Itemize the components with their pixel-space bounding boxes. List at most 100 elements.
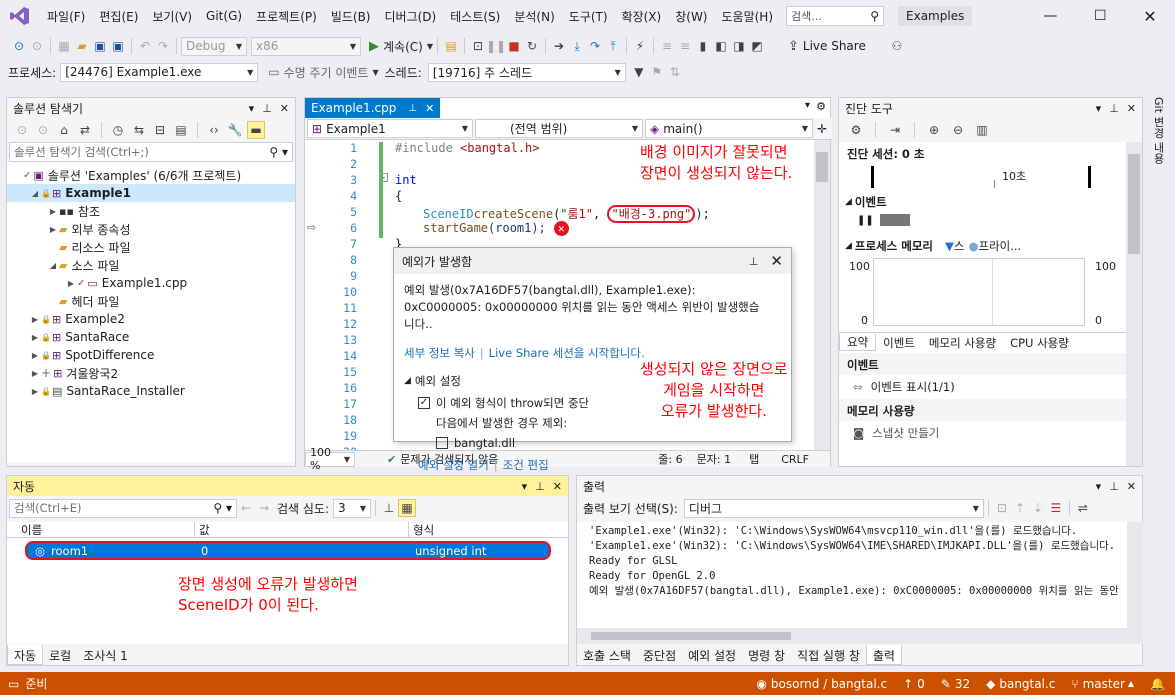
- tree-item[interactable]: ▶ ✓ ▭ Example1.cpp: [7, 274, 295, 292]
- scope-dropdown[interactable]: (전역 범위) ▼: [475, 119, 643, 138]
- dropdown-icon[interactable]: ▾: [522, 480, 528, 493]
- flag-icon[interactable]: ⚑: [648, 63, 666, 81]
- expand-arrow-icon[interactable]: ▶: [47, 225, 59, 234]
- uncomment-icon[interactable]: ≡: [676, 37, 694, 55]
- settings-icon[interactable]: ⚙: [847, 121, 865, 139]
- live-share-button[interactable]: ⇪ Live Share: [788, 39, 866, 54]
- hot-reload-icon[interactable]: ⚡: [631, 37, 649, 55]
- project-dropdown[interactable]: ⊞ Example1 ▼: [307, 119, 473, 138]
- search-box[interactable]: 검색... ⚲: [786, 6, 885, 26]
- prev-message-icon[interactable]: ⇡: [1011, 499, 1029, 517]
- menu-item-0[interactable]: 파일(F): [40, 8, 92, 25]
- expand-triangle-icon[interactable]: ◢: [404, 376, 411, 386]
- menu-item-5[interactable]: 빌드(B): [324, 8, 378, 25]
- output-tab-3[interactable]: 명령 창: [742, 645, 791, 665]
- open-exception-settings-link[interactable]: 예외 설정 열기: [418, 457, 489, 473]
- save-all-icon[interactable]: ▣: [109, 37, 127, 55]
- pause-icon[interactable]: ❚❚: [486, 37, 506, 55]
- new-project-icon[interactable]: ▦: [55, 37, 73, 55]
- take-snapshot-button[interactable]: 스냅샷 만들기: [872, 425, 939, 441]
- tab-dropdown-icon[interactable]: ▾: [805, 100, 810, 111]
- tree-item[interactable]: ▶ 🔒 ▤ SantaRace_Installer: [7, 382, 295, 400]
- autos-tab-0[interactable]: 자동: [7, 645, 44, 665]
- properties-icon[interactable]: 🔧: [226, 121, 244, 139]
- tree-item[interactable]: ◢ 🔒 ⊞ Example1: [7, 184, 295, 202]
- output-source-dropdown[interactable]: 디버그 ▼: [683, 498, 984, 518]
- close-icon[interactable]: ✕: [553, 480, 562, 493]
- repo-indicator[interactable]: ◉ bosornd / bangtal.c: [756, 677, 887, 691]
- pending-changes-icon[interactable]: ◷: [109, 121, 127, 139]
- tree-item[interactable]: ▶ 🔒 ⊞ SantaRace: [7, 328, 295, 346]
- output-tab-2[interactable]: 예외 설정: [682, 645, 742, 665]
- autos-row-room1[interactable]: ◎ room1 0 unsigned int: [25, 541, 551, 560]
- close-tab-icon[interactable]: ✕: [425, 102, 434, 115]
- diagnostic-scrollbar[interactable]: [1126, 142, 1142, 466]
- screenshot-icon[interactable]: ⊡: [469, 37, 487, 55]
- menu-item-8[interactable]: 분석(N): [507, 8, 561, 25]
- save-icon[interactable]: ▣: [91, 37, 109, 55]
- back-icon[interactable]: ⊙: [13, 121, 31, 139]
- thread-dropdown[interactable]: [19716] 주 스레드 ▼: [427, 62, 626, 82]
- diag-tab-2[interactable]: 메모리 사용량: [922, 335, 1003, 351]
- expand-arrow-icon[interactable]: ▶: [29, 315, 41, 324]
- filter-icon[interactable]: ▼: [630, 63, 648, 81]
- expand-arrow-icon[interactable]: ▶: [29, 369, 41, 378]
- close-window-button[interactable]: ✕: [1143, 7, 1156, 26]
- menu-item-6[interactable]: 디버그(D): [378, 8, 444, 25]
- step-into-icon[interactable]: ⤓: [568, 37, 586, 55]
- continue-button[interactable]: ▶ 계속(C) ▼: [369, 38, 433, 55]
- bookmark-next-icon[interactable]: ◨: [730, 37, 748, 55]
- expand-arrow-icon[interactable]: ▶: [29, 387, 41, 396]
- tab-example1-cpp[interactable]: Example1.cpp ⊥ ✕: [305, 98, 441, 118]
- stack-frame-icon[interactable]: ⇅: [666, 63, 684, 81]
- menu-item-11[interactable]: 창(W): [668, 8, 714, 25]
- word-wrap-icon[interactable]: ⇌: [1074, 499, 1092, 517]
- menu-item-7[interactable]: 테스트(S): [443, 8, 507, 25]
- expand-arrow-icon[interactable]: ◢: [29, 189, 41, 198]
- menu-item-9[interactable]: 도구(T): [562, 8, 615, 25]
- function-dropdown[interactable]: ◈ main() ▼: [645, 119, 813, 138]
- view-options-icon[interactable]: ▦: [398, 499, 417, 517]
- comment-icon[interactable]: ≡: [658, 37, 676, 55]
- menu-item-10[interactable]: 확장(X): [615, 8, 669, 25]
- switch-view-icon[interactable]: ⇄: [76, 121, 94, 139]
- bookmark-icon[interactable]: ▮: [694, 37, 712, 55]
- bookmark-prev-icon[interactable]: ◧: [712, 37, 730, 55]
- close-icon[interactable]: ✕: [280, 102, 289, 115]
- pin-icon[interactable]: ⊥: [749, 255, 759, 268]
- pin-column-icon[interactable]: ⊥: [380, 499, 398, 517]
- menu-item-2[interactable]: 보기(V): [145, 8, 199, 25]
- minimize-button[interactable]: —: [1043, 8, 1057, 24]
- bangtal-dll-checkbox[interactable]: [436, 437, 448, 449]
- tree-item[interactable]: ▰ 헤더 파일: [7, 292, 295, 310]
- output-tab-1[interactable]: 중단점: [637, 645, 682, 665]
- view-code-icon[interactable]: ‹›: [205, 121, 223, 139]
- tree-item[interactable]: ▶ ▰ 외부 종속성: [7, 220, 295, 238]
- expand-arrow-icon[interactable]: ▶: [47, 207, 59, 216]
- diag-tab-0[interactable]: 요약: [839, 334, 877, 351]
- stop-icon[interactable]: ■: [505, 37, 523, 55]
- live-share-link[interactable]: Live Share 세션을 시작합니다.: [489, 345, 645, 361]
- next-message-icon[interactable]: ⇣: [1029, 499, 1047, 517]
- find-message-icon[interactable]: ⊡: [993, 499, 1011, 517]
- home-icon[interactable]: ⌂: [55, 121, 73, 139]
- copy-details-link[interactable]: 세부 정보 복사: [404, 345, 475, 361]
- branch-indicator[interactable]: ⑂ master ▲: [1071, 677, 1134, 691]
- autos-tab-2[interactable]: 조사식 1: [77, 645, 134, 665]
- clear-all-icon[interactable]: ☰: [1047, 499, 1065, 517]
- pin-icon[interactable]: ⊥: [262, 102, 272, 115]
- preview-icon[interactable]: ▬: [247, 121, 265, 139]
- tree-item[interactable]: ◢ ▰ 소스 파일: [7, 256, 295, 274]
- collapse-icon[interactable]: -: [379, 173, 388, 183]
- edit-conditions-link[interactable]: 조건 편집: [503, 457, 549, 473]
- pin-icon[interactable]: ⊥: [408, 103, 417, 114]
- diag-tab-1[interactable]: 이벤트: [876, 335, 922, 351]
- solution-search-box[interactable]: 솔루션 탐색기 검색(Ctrl+;) ⚲ ▾: [9, 142, 293, 162]
- undo-icon[interactable]: ↶: [136, 37, 154, 55]
- search-depth-dropdown[interactable]: 3 ▼: [333, 498, 372, 518]
- tree-item[interactable]: ▶ 🔒 ⊞ Example2: [7, 310, 295, 328]
- output-vscrollbar[interactable]: [1127, 522, 1143, 628]
- platform-dropdown[interactable]: x86 ▼: [251, 36, 361, 56]
- close-icon[interactable]: ✕: [1127, 480, 1136, 493]
- autos-search-box[interactable]: 검색(Ctrl+E) ⚲ ▾: [9, 498, 237, 518]
